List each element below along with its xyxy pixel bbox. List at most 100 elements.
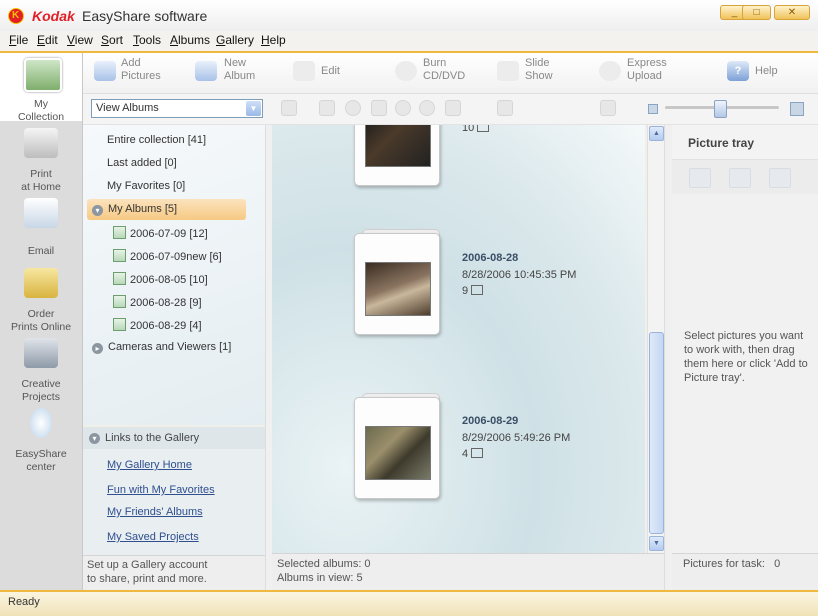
tree-album[interactable]: 2006-07-09 [12] xyxy=(113,226,208,240)
tray-clear-icon[interactable] xyxy=(769,168,791,188)
left-nav: My Collection Print at Home Email Order … xyxy=(0,53,83,590)
close-button[interactable]: ✕ xyxy=(774,5,810,20)
burn-cd-dvd-button[interactable]: Burn CD/DVD xyxy=(423,57,465,83)
menu-help[interactable]: Help xyxy=(261,33,286,47)
tree-entire-collection[interactable]: Entire collection [41] xyxy=(107,134,206,146)
collapse-icon[interactable]: ▾ xyxy=(89,433,100,444)
tree-my-albums[interactable]: ▾ My Albums [5] xyxy=(92,203,177,216)
nav-email[interactable]: Email xyxy=(0,193,82,261)
nav-order-prints-online[interactable]: Order Prints Online xyxy=(0,263,82,333)
menu-bar: File Edit View Sort Tools Albums Gallery… xyxy=(0,31,818,53)
photo-count-icon xyxy=(471,285,484,295)
zoom-slider-thumb[interactable] xyxy=(713,100,727,118)
tray-select-icon[interactable] xyxy=(689,168,711,188)
cd-icon xyxy=(395,61,417,81)
status-text: Ready xyxy=(8,596,40,608)
menu-gallery[interactable]: Gallery xyxy=(216,33,254,47)
album-card[interactable] xyxy=(354,393,446,503)
album-thumbnail xyxy=(365,262,431,316)
tree-album[interactable]: 2006-08-05 [10] xyxy=(113,272,208,286)
tree-last-added[interactable]: Last added [0] xyxy=(107,157,177,169)
link-saved-projects[interactable]: My Saved Projects xyxy=(107,531,199,543)
links-header[interactable]: ▾ Links to the Gallery xyxy=(83,427,265,449)
tree-album[interactable]: 2006-07-09new [6] xyxy=(113,249,222,263)
link-fun-with-favorites[interactable]: Fun with My Favorites xyxy=(107,484,215,496)
favorite-icon[interactable] xyxy=(345,100,361,116)
trash-icon[interactable] xyxy=(497,100,513,116)
album-title: 2006-08-28 xyxy=(462,252,519,264)
tray-header: Picture tray xyxy=(672,125,818,160)
album-date: 8/28/2006 10:45:35 PM xyxy=(462,269,577,281)
rotate-right-icon[interactable] xyxy=(419,100,435,116)
rotate-left-icon[interactable] xyxy=(395,100,411,116)
lightbulb-icon xyxy=(30,408,52,438)
express-upload-button[interactable]: Express Upload xyxy=(627,57,667,83)
toolbar-label: Edit xyxy=(321,65,340,77)
nav-creative-projects[interactable]: Creative Projects xyxy=(0,333,82,403)
expand-icon[interactable]: ▸ xyxy=(92,343,103,354)
grid-view-icon[interactable] xyxy=(319,100,335,116)
nav-print-at-home[interactable]: Print at Home xyxy=(0,123,82,193)
slideshow-icon xyxy=(497,61,519,81)
pencils-icon xyxy=(24,338,58,368)
zoom-out-icon[interactable] xyxy=(648,104,658,114)
nav-label: Creative xyxy=(21,378,61,390)
menu-albums[interactable]: Albums xyxy=(170,33,210,47)
scroll-thumb[interactable] xyxy=(649,332,664,534)
maximize-button[interactable]: □ xyxy=(742,5,771,20)
album-count: 4 xyxy=(462,448,484,460)
menu-view[interactable]: View xyxy=(67,33,93,47)
status-bar: Ready xyxy=(0,590,818,616)
nav-my-collection[interactable]: My Collection xyxy=(0,53,82,123)
album-card[interactable] xyxy=(354,229,446,339)
toolbar-label: Help xyxy=(755,65,778,77)
title-bar: Kodak EasyShare software _ □ ✕ xyxy=(0,0,818,33)
email-small-icon[interactable] xyxy=(371,100,387,116)
people-icon[interactable] xyxy=(445,100,461,116)
scroll-up-button[interactable]: ▲ xyxy=(649,126,664,141)
tray-status: Pictures for task: 0 xyxy=(672,553,818,591)
collapse-icon[interactable]: ▾ xyxy=(92,205,103,216)
help-button[interactable]: Help xyxy=(755,65,778,78)
promo-line: to share, print and more. xyxy=(87,573,207,585)
selected-albums-text: Selected albums: 0 xyxy=(277,558,371,570)
scroll-down-button[interactable]: ▼ xyxy=(649,536,664,551)
tray-splitter[interactable] xyxy=(664,125,672,590)
zoom-in-icon[interactable] xyxy=(790,102,804,116)
tree-cameras-label: Cameras and Viewers [1] xyxy=(108,341,232,353)
tray-remove-icon[interactable] xyxy=(729,168,751,188)
picture-tray: Picture tray Select pictures you want to… xyxy=(672,125,818,553)
tree-my-favorites[interactable]: My Favorites [0] xyxy=(107,180,185,192)
album-icon xyxy=(113,295,126,308)
vertical-scrollbar[interactable]: ▲ ▼ xyxy=(647,125,665,553)
toolbar-label: Express xyxy=(627,57,667,69)
tree-cameras-viewers[interactable]: ▸ Cameras and Viewers [1] xyxy=(92,341,231,354)
card-front xyxy=(354,233,440,335)
album-count-value: 9 xyxy=(462,285,469,297)
tray-hint: Select pictures you want to work with, t… xyxy=(684,330,808,384)
menu-file[interactable]: File xyxy=(9,33,28,47)
nav-easyshare-center[interactable]: EasyShare center xyxy=(0,403,82,473)
tree-album[interactable]: 2006-08-29 [4] xyxy=(113,318,202,332)
upload-icon xyxy=(599,61,621,81)
view-select[interactable]: View Albums ▼ xyxy=(91,99,263,118)
tree-album[interactable]: 2006-08-28 [9] xyxy=(113,295,202,309)
new-album-icon xyxy=(195,61,217,81)
photo-album-icon xyxy=(24,58,62,92)
edit-button[interactable]: Edit xyxy=(321,65,340,78)
nav-label: EasyShare xyxy=(15,448,67,460)
edit-icon xyxy=(293,61,315,81)
menu-tools[interactable]: Tools xyxy=(133,33,161,47)
menu-sort[interactable]: Sort xyxy=(101,33,123,47)
album-card[interactable] xyxy=(354,125,446,190)
link-my-gallery-home[interactable]: My Gallery Home xyxy=(107,459,192,471)
add-pictures-button[interactable]: Add Pictures xyxy=(121,57,161,83)
link-friends-albums[interactable]: My Friends' Albums xyxy=(107,506,203,518)
new-album-button[interactable]: New Album xyxy=(224,57,255,83)
slide-show-button[interactable]: Slide Show xyxy=(525,57,553,83)
tree-album-label: 2006-08-29 [4] xyxy=(130,320,202,332)
details-view-icon[interactable] xyxy=(281,100,297,116)
add-to-tray-icon[interactable] xyxy=(600,100,616,116)
nav-label: Email xyxy=(27,245,55,257)
menu-edit[interactable]: Edit xyxy=(37,33,58,47)
